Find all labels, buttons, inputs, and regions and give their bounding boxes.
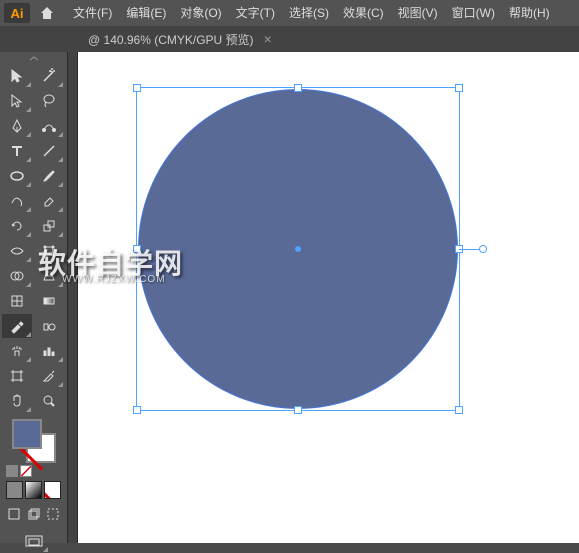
home-icon xyxy=(39,5,55,21)
draw-behind[interactable] xyxy=(26,505,42,523)
color-mode-row xyxy=(6,481,61,499)
handle-top-left[interactable] xyxy=(133,84,141,92)
shaper-tool[interactable] xyxy=(2,189,32,213)
draw-inside[interactable] xyxy=(45,505,61,523)
color-mode-gradient[interactable] xyxy=(25,481,42,499)
menu-type[interactable]: 文字(T) xyxy=(229,0,282,26)
handle-top-mid[interactable] xyxy=(294,84,302,92)
fill-swatch[interactable] xyxy=(12,419,42,449)
app-logo: Ai xyxy=(4,3,30,23)
rectangle-tool[interactable] xyxy=(2,164,32,188)
handle-bottom-mid[interactable] xyxy=(294,406,302,414)
selection-tool[interactable] xyxy=(2,64,32,88)
selection-bounding-box xyxy=(136,87,460,411)
tab-title: @ 140.96% (CMYK/GPU 预览) xyxy=(88,31,254,48)
free-transform-tool[interactable] xyxy=(34,239,64,263)
swap-fill-stroke[interactable] xyxy=(6,465,18,477)
rotate-tool[interactable] xyxy=(2,214,32,238)
menu-effect[interactable]: 效果(C) xyxy=(336,0,391,26)
color-mode-solid[interactable] xyxy=(6,481,23,499)
menu-edit[interactable]: 编辑(E) xyxy=(119,0,173,26)
pen-tool[interactable] xyxy=(2,114,32,138)
menu-view[interactable]: 视图(V) xyxy=(391,0,445,26)
menu-help[interactable]: 帮助(H) xyxy=(502,0,557,26)
fill-stroke-swatch[interactable] xyxy=(12,419,56,463)
handle-bottom-left[interactable] xyxy=(133,406,141,414)
eyedropper-tool[interactable] xyxy=(2,314,32,338)
canvas[interactable]: 软件自学网 WWW.RJZXW.COM xyxy=(78,52,579,543)
type-tool[interactable] xyxy=(2,139,32,163)
panel-collapse-handle[interactable] xyxy=(2,56,65,62)
handle-mid-left[interactable] xyxy=(133,245,141,253)
symbol-sprayer-tool[interactable] xyxy=(2,339,32,363)
width-tool[interactable] xyxy=(2,239,32,263)
selection-center xyxy=(295,246,301,252)
shape-builder-tool[interactable] xyxy=(2,264,32,288)
artboard-tool[interactable] xyxy=(2,364,32,388)
blend-tool[interactable] xyxy=(34,314,64,338)
color-section xyxy=(2,417,65,553)
color-mode-none[interactable] xyxy=(44,481,61,499)
eraser-tool[interactable] xyxy=(34,189,64,213)
perspective-tool[interactable] xyxy=(34,264,64,288)
handle-bottom-right[interactable] xyxy=(455,406,463,414)
direct-selection-tool[interactable] xyxy=(2,89,32,113)
menu-file[interactable]: 文件(F) xyxy=(66,0,119,26)
home-button[interactable] xyxy=(36,2,58,24)
handle-top-right[interactable] xyxy=(455,84,463,92)
menu-object[interactable]: 对象(O) xyxy=(173,0,228,26)
curvature-tool[interactable] xyxy=(34,114,64,138)
slice-tool[interactable] xyxy=(34,364,64,388)
tools-panel xyxy=(0,52,68,543)
default-fill-stroke[interactable] xyxy=(20,465,32,477)
magic-wand-tool[interactable] xyxy=(34,64,64,88)
tab-close-button[interactable]: × xyxy=(264,31,272,47)
document-tab[interactable]: @ 140.96% (CMYK/GPU 预览) × xyxy=(78,26,282,52)
menu-select[interactable]: 选择(S) xyxy=(282,0,336,26)
document-tab-bar: @ 140.96% (CMYK/GPU 预览) × xyxy=(0,26,579,52)
scale-tool[interactable] xyxy=(34,214,64,238)
column-graph-tool[interactable] xyxy=(34,339,64,363)
panel-resize-strip[interactable] xyxy=(68,52,78,543)
gradient-tool[interactable] xyxy=(34,289,64,313)
hand-tool[interactable] xyxy=(2,389,32,413)
paintbrush-tool[interactable] xyxy=(34,164,64,188)
zoom-tool[interactable] xyxy=(34,389,64,413)
menu-window[interactable]: 窗口(W) xyxy=(445,0,502,26)
lasso-tool[interactable] xyxy=(34,89,64,113)
mesh-tool[interactable] xyxy=(2,289,32,313)
line-tool[interactable] xyxy=(34,139,64,163)
menu-bar: Ai 文件(F) 编辑(E) 对象(O) 文字(T) 选择(S) 效果(C) 视… xyxy=(0,0,579,26)
pie-widget-line xyxy=(459,249,479,250)
pie-widget-handle[interactable] xyxy=(479,245,487,253)
screen-mode[interactable] xyxy=(19,529,49,553)
draw-normal[interactable] xyxy=(6,505,22,523)
